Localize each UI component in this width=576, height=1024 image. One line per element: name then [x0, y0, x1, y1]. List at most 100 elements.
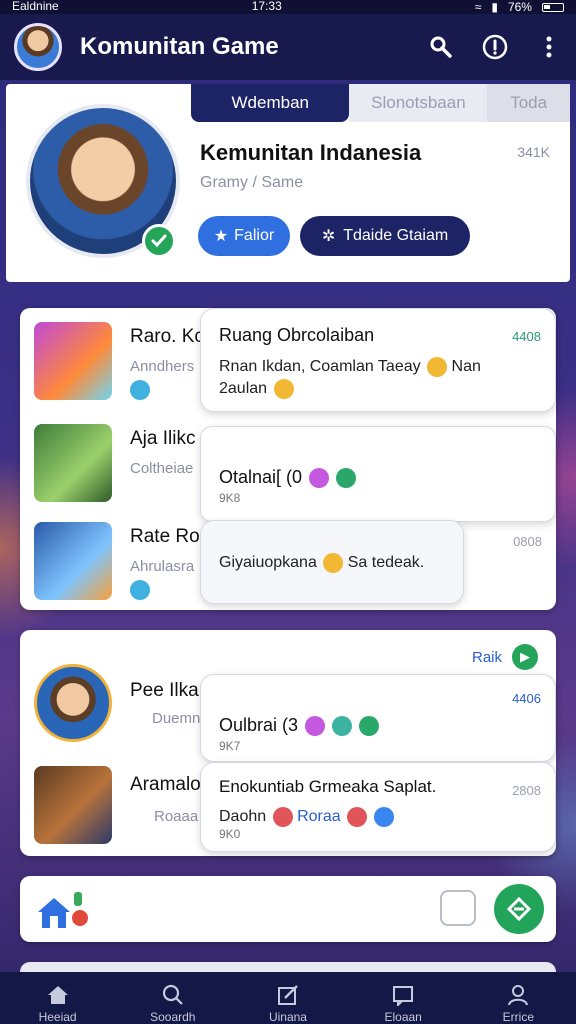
nav-label: Sooardh: [150, 1010, 196, 1024]
chat-icon: [393, 986, 414, 1006]
group-name: Kemunitan Indanesia: [200, 140, 422, 165]
bubble-title: Ruang Obrcolaiban: [219, 325, 375, 345]
app-actions: [428, 34, 562, 60]
message-composer: [20, 876, 556, 942]
attach-image-icon[interactable]: [440, 890, 476, 926]
profile-icon: [508, 985, 529, 1006]
bolt-emoji-icon: [373, 807, 394, 827]
edit-icon: [277, 985, 298, 1005]
bubble-meta: 9K7: [219, 739, 241, 753]
sparkle-emoji-icon: [336, 468, 357, 489]
bubble-text-main: Rnan Ikdan, Coamlan Taeay: [219, 358, 421, 376]
chat-thumbnail: [34, 424, 112, 502]
check-emoji-icon: [359, 716, 380, 737]
bubble-text-line2: 2aulan: [219, 379, 294, 399]
heart-emoji-icon: [305, 716, 326, 737]
verified-check-icon: [142, 224, 176, 258]
chat-name: Raro. Kc: [130, 326, 204, 347]
face-emoji-icon: [272, 807, 293, 827]
bottom-nav: Heeiad Sooardh Uinana Eloaan Errice: [0, 972, 576, 1024]
sparkle-emoji-icon: [332, 716, 353, 737]
bubble-meta: 9K8: [219, 491, 241, 505]
status-icons: ≈ ▮ 76%: [475, 0, 564, 14]
user-avatar[interactable]: [14, 23, 62, 71]
wifi-icon: ≈: [474, 0, 482, 14]
games-button[interactable]: ✲ Tdaide Gtaiam: [300, 216, 470, 256]
chat-name: Pee Ilka: [130, 680, 199, 701]
tab-other[interactable]: Toda: [487, 84, 570, 122]
bubble-text-a: Daohn: [219, 808, 267, 826]
bubble-title: Otalnai[ (0: [219, 467, 357, 489]
blush-emoji-icon: [347, 807, 368, 827]
signal-icon: ▮: [491, 0, 498, 14]
nav-edit[interactable]: Uinana: [238, 984, 338, 1024]
chat-bubble[interactable]: Enokuntiab Grmeaka Saplat. 2808 Daohn Ro…: [200, 762, 556, 852]
bubble-text-main: Giyaiuopkana: [219, 554, 317, 572]
info-icon[interactable]: [482, 34, 508, 60]
nav-home[interactable]: Heeiad: [8, 984, 108, 1024]
game-badge-icon: [130, 380, 150, 400]
chat-preview: Anndhers: [130, 358, 195, 375]
chat-preview: Roaaa: [154, 808, 199, 825]
chat-name: Aja Ilikc: [130, 428, 196, 449]
battery-icon: [541, 2, 564, 12]
bubble-title-text: Oulbrai (3: [219, 715, 299, 735]
chat-preview: Ahrulasra: [130, 558, 195, 575]
nav-profile[interactable]: Errice: [468, 984, 568, 1024]
mention-link[interactable]: Roraa: [297, 808, 341, 825]
chat-bubble[interactable]: Otalnai[ (0 9K8: [200, 426, 556, 522]
chat-time: 0808: [513, 534, 542, 549]
community-home-icon[interactable]: [34, 886, 94, 932]
chat-bubble[interactable]: Giyaiuopkana Sa tedeak.: [200, 520, 464, 604]
wink-emoji-icon: [323, 553, 344, 573]
bubble-text: Daohn Roraa: [219, 807, 394, 827]
smile-emoji-icon: [427, 357, 448, 377]
bubble-title-text: Otalnai[ (0: [219, 467, 303, 487]
chat-thumbnail: [34, 664, 112, 742]
bubble-text: Rnan Ikdan, Coamlan Taeay Nan: [219, 357, 481, 377]
follow-button[interactable]: ★ Falior: [198, 216, 290, 256]
bubble-time: 4408: [512, 329, 541, 344]
chat-bubble[interactable]: 4406 Oulbrai (3 9K7: [200, 674, 556, 762]
chat-preview: Duemn: [152, 710, 201, 727]
send-button[interactable]: [494, 884, 544, 934]
chat-name: Rate Ro: [130, 526, 200, 547]
status-left-text: Ealdnine: [12, 0, 59, 13]
home-icon: [47, 986, 68, 1004]
star-icon: ★: [213, 228, 229, 245]
nav-label: Errice: [502, 1010, 535, 1024]
chat-thumbnail: [34, 766, 112, 844]
games-label: Tdaide Gtaiam: [343, 227, 449, 244]
bubble-text-second: 2aulan: [219, 380, 268, 398]
group-subtitle: Gramy / Same: [200, 174, 304, 191]
search-icon: [162, 984, 183, 1005]
chat-name: Aramalo: [130, 774, 201, 795]
nav-label: Eloaan: [384, 1010, 422, 1024]
search-icon[interactable]: [428, 34, 454, 60]
chat-bubble[interactable]: Ruang Obrcolaiban 4408 Rnan Ikdan, Coaml…: [200, 308, 556, 412]
bubble-text-end: Sa tedeak.: [347, 554, 425, 572]
app-bar: Komunitan Game: [0, 14, 576, 80]
gamepad-icon: ✲: [321, 228, 336, 245]
bubble-meta: 9K0: [219, 827, 241, 841]
more-icon[interactable]: [536, 34, 562, 60]
tab-bar: Wdemban Slonotsbaan Toda: [191, 84, 570, 122]
nav-label: Uinana: [268, 1010, 307, 1024]
status-time: 17:33: [251, 0, 282, 13]
status-bar: Ealdnine 17:33 ≈ ▮ 76%: [0, 0, 576, 14]
nav-label: Heeiad: [38, 1010, 77, 1024]
nav-chat[interactable]: Eloaan: [353, 984, 453, 1024]
chat-thumbnail: [34, 522, 112, 600]
bubble-title: Oulbrai (3: [219, 715, 380, 737]
tab-members[interactable]: Wdemban: [191, 84, 350, 122]
game-badge-icon: [130, 580, 150, 600]
heart-emoji-icon: [309, 468, 330, 489]
chat-thumbnail: [34, 322, 112, 400]
laugh-emoji-icon: [273, 379, 294, 399]
group-profile-card: Wdemban Slonotsbaan Toda Kemunitan Indan…: [6, 84, 570, 282]
tab-screenshots[interactable]: Slonotsbaan: [349, 84, 488, 122]
bubble-text: Giyaiuopkana Sa tedeak.: [219, 553, 424, 573]
follow-label: Falior: [234, 227, 275, 244]
bubble-title: Enokuntiab Grmeaka Saplat.: [219, 777, 437, 796]
nav-search[interactable]: Sooardh: [123, 984, 223, 1024]
